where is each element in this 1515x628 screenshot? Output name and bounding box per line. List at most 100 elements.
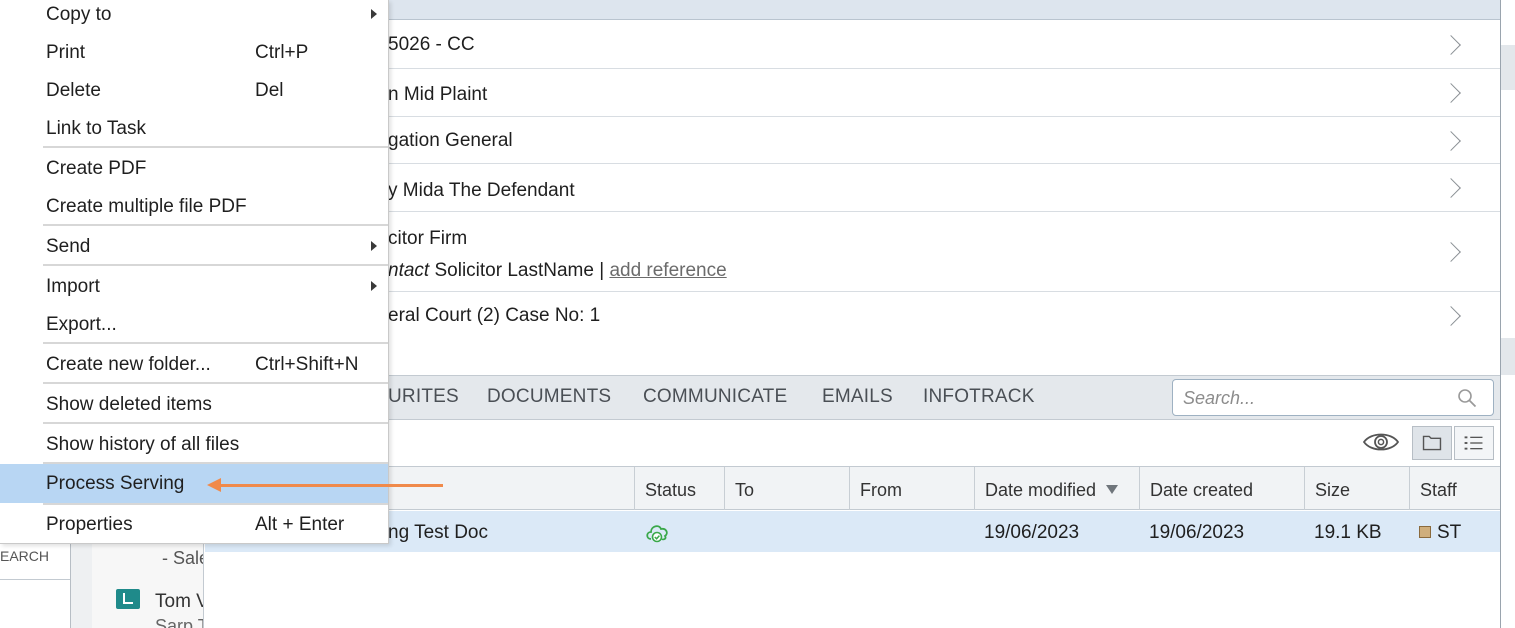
menu-separator [43,382,388,384]
menu-item-label: Create PDF [46,158,147,179]
detail-row-text: citor Firm [388,228,468,249]
menu-item-export[interactable]: Export... [0,305,388,343]
matter-list: - Sale Tom V Sarp T [92,540,204,628]
menu-item-label: Link to Task [46,118,146,139]
chevron-right-icon [1441,242,1461,262]
tab-bar: URITES DOCUMENTS COMMUNICATE EMAILS INFO… [205,375,1500,420]
annotation-arrow [220,484,443,487]
left-search-button[interactable]: EARCH [0,540,70,580]
column-date-modified-label: Date modified [985,480,1097,500]
matter-folder-icon [116,589,140,609]
chevron-right-icon [371,241,377,251]
menu-separator [43,422,388,424]
list-icon [1464,436,1483,450]
column-size[interactable]: Size [1304,467,1409,510]
search-input[interactable] [1183,386,1443,410]
detail-row-court[interactable]: eral Court (2) Case No: 1 [388,292,1500,338]
tab-communicate[interactable]: COMMUNICATE [643,386,787,408]
menu-item-label: Copy to [46,4,112,25]
menu-item-label: Import [46,276,100,297]
document-toolbar [205,420,1500,466]
menu-item-delete[interactable]: Delete Del [0,71,388,109]
column-status[interactable]: Status [634,467,724,510]
menu-item-print[interactable]: Print Ctrl+P [0,33,388,71]
menu-item-show-history[interactable]: Show history of all files [0,425,388,463]
detail-row-matter[interactable]: 5026 - CC [388,20,1500,69]
chevron-right-icon [1441,131,1461,151]
column-date-modified[interactable]: Date modified [974,467,1139,510]
left-panel: EARCH - Sale Tom V Sarp T [0,540,205,628]
search-icon[interactable] [1457,388,1477,408]
sort-descending-icon [1106,485,1119,494]
panel-splitter[interactable] [70,540,92,628]
cell-size: 19.1 KB [1314,522,1382,543]
menu-item-copy-to[interactable]: Copy to [0,0,388,33]
menu-item-show-deleted-items[interactable]: Show deleted items [0,385,388,423]
menu-item-create-new-folder[interactable]: Create new folder... Ctrl+Shift+N [0,345,388,383]
list-view-button[interactable] [1454,426,1494,460]
chevron-right-icon [1441,83,1461,103]
menu-item-link-to-task[interactable]: Link to Task [0,109,388,147]
tab-infotrack[interactable]: INFOTRACK [923,386,1035,408]
chevron-right-icon [371,9,377,19]
menu-item-shortcut: Del [255,80,284,101]
menu-separator [43,342,388,344]
cell-staff: ST [1419,522,1461,544]
list-item-subtitle: Sarp T [155,616,204,628]
tab-favourites[interactable]: URITES [388,386,459,408]
menu-item-create-multiple-file-pdf[interactable]: Create multiple file PDF [0,187,388,225]
folder-view-button[interactable] [1412,426,1452,460]
column-date-created[interactable]: Date created [1139,467,1304,510]
eye-icon[interactable] [1362,428,1400,456]
contact-name: Solicitor LastName | [429,260,610,281]
detail-row-text: n Mid Plaint [388,84,488,105]
column-staff[interactable]: Staff [1409,467,1500,510]
tab-emails[interactable]: EMAILS [822,386,893,408]
chevron-right-icon [371,281,377,291]
detail-row-solicitor[interactable]: citor Firm ntact Solicitor LastName | ad… [388,212,1500,292]
menu-item-label: Export... [46,314,117,335]
menu-item-label: Show deleted items [46,394,212,415]
table-row[interactable]: ng Test Doc 19/06/2023 19/06/2023 19.1 K… [205,511,1500,552]
table-header: Status To From Date modified Date create… [205,466,1500,510]
menu-item-send[interactable]: Send [0,227,388,265]
column-to[interactable]: To [724,467,849,510]
menu-item-shortcut: Ctrl+Shift+N [255,354,359,375]
menu-separator [43,224,388,226]
menu-item-label: Properties [46,514,133,535]
detail-row-contact: ntact Solicitor LastName | add reference [388,260,727,282]
scroll-segment [1501,338,1515,375]
menu-item-label: Process Serving [46,473,185,494]
list-item[interactable]: - Sale [162,548,203,569]
detail-row-defendant[interactable]: y Mida The Defendant [388,164,1500,212]
contact-label: ntact [388,260,430,281]
menu-item-shortcut: Alt + Enter [255,514,345,535]
folder-icon [1422,435,1442,451]
detail-row-type[interactable]: gation General [388,117,1500,164]
right-scroll-strip[interactable] [1500,0,1515,628]
list-item[interactable]: Tom V [155,591,203,613]
menu-item-shortcut: Ctrl+P [255,42,309,63]
context-menu: Copy to Print Ctrl+P Delete Del Link to … [0,0,389,544]
menu-item-label: Send [46,236,91,257]
menu-item-properties[interactable]: Properties Alt + Enter [0,505,388,543]
menu-separator [43,264,388,266]
menu-item-import[interactable]: Import [0,267,388,305]
chevron-right-icon [1441,306,1461,326]
detail-row-text: gation General [388,130,513,151]
cell-name: ng Test Doc [388,522,488,543]
detail-row-text: 5026 - CC [388,34,475,55]
column-from[interactable]: From [849,467,974,510]
menu-separator [43,146,388,148]
arrow-left-icon [207,478,221,492]
staff-color-swatch [1419,526,1431,538]
menu-item-label: Print [46,42,86,63]
add-reference-link[interactable]: add reference [609,260,726,281]
menu-item-label: Create multiple file PDF [46,196,247,217]
cloud-check-icon [646,525,668,543]
detail-row-plaintiff[interactable]: n Mid Plaint [388,69,1500,117]
menu-item-create-pdf[interactable]: Create PDF [0,149,388,187]
tab-documents[interactable]: DOCUMENTS [487,386,611,408]
chevron-right-icon [1441,35,1461,55]
staff-initials: ST [1437,522,1462,543]
